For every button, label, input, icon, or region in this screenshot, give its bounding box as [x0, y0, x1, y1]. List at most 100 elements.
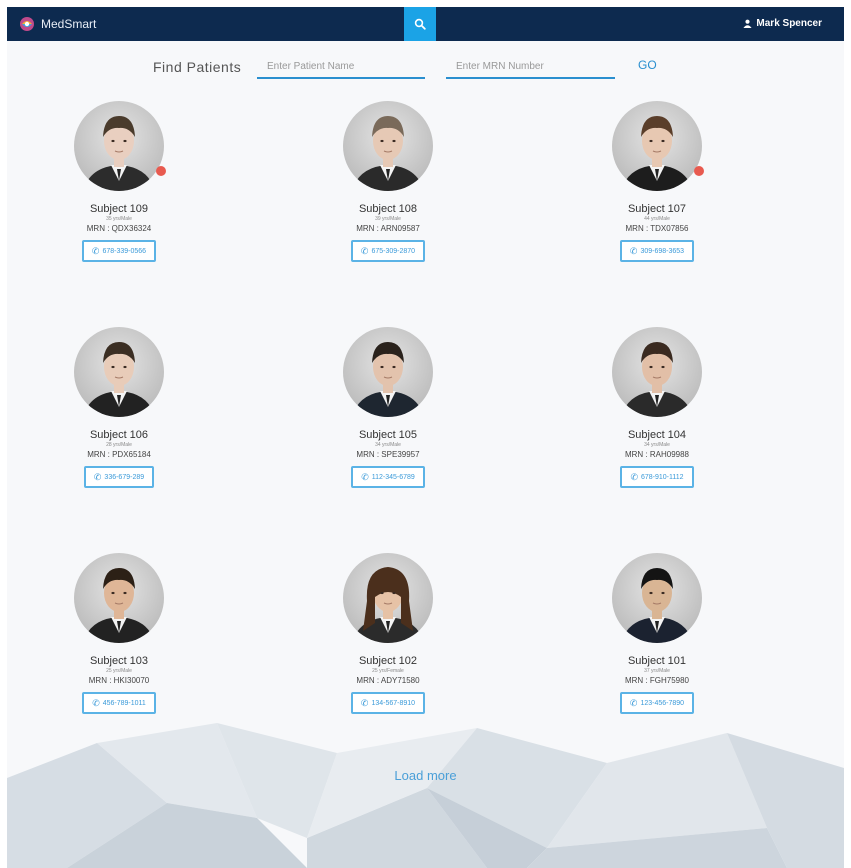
- app-name: MedSmart: [41, 17, 97, 31]
- patient-card[interactable]: Subject 104 34 yrs/Male MRN : RAH09988 ✆…: [587, 327, 727, 488]
- patient-mrn: MRN : SPE39957: [356, 450, 420, 459]
- patient-avatar[interactable]: [343, 101, 433, 191]
- call-phone-button[interactable]: ✆ 309-698-3653: [619, 240, 695, 262]
- patient-avatar[interactable]: [343, 553, 433, 643]
- patient-name[interactable]: Subject 101: [587, 655, 727, 667]
- avatar-wrapper: [612, 553, 702, 643]
- patient-name[interactable]: Subject 108: [318, 203, 458, 215]
- phone-icon: ✆: [630, 471, 638, 482]
- phone-number: 456-789-1011: [102, 699, 146, 707]
- patient-mrn: MRN : PDX65184: [87, 450, 151, 459]
- phone-icon: ✆: [360, 245, 369, 256]
- mrn-number-input[interactable]: [446, 53, 615, 79]
- call-phone-button[interactable]: ✆ 678-339-0566: [81, 240, 157, 262]
- patient-photo: [621, 342, 693, 417]
- patient-photo: [83, 342, 155, 417]
- avatar-wrapper: [74, 327, 164, 417]
- avatar-wrapper: [612, 101, 704, 191]
- patient-photo: [621, 116, 693, 191]
- patient-avatar[interactable]: [612, 101, 702, 191]
- call-phone-button[interactable]: ✆ 675-309-2870: [350, 240, 426, 262]
- user-icon: [743, 19, 752, 28]
- avatar-wrapper: [612, 327, 702, 417]
- call-phone-button[interactable]: ✆ 678-910-1112: [620, 466, 694, 488]
- footer-background-pattern: [7, 723, 844, 868]
- patient-mrn: MRN : HKI30070: [88, 676, 150, 685]
- patient-card[interactable]: Subject 108 39 yrs/Male MRN : ARN09587 ✆…: [318, 101, 458, 262]
- patient-card[interactable]: Subject 101 37 yrs/Male MRN : FGH75980 ✆…: [587, 553, 727, 714]
- patient-name[interactable]: Subject 105: [318, 429, 458, 441]
- user-name: Mark Spencer: [756, 18, 822, 29]
- patient-age-gender: 34 yrs/Male: [375, 442, 401, 448]
- patient-age-gender: 35 yrs/Male: [106, 216, 132, 222]
- patient-name[interactable]: Subject 103: [49, 655, 189, 667]
- avatar-wrapper: [343, 553, 433, 643]
- patient-mrn: MRN : FGH75980: [624, 676, 690, 685]
- patient-mrn: MRN : QDX36324: [86, 224, 152, 233]
- patient-avatar[interactable]: [343, 327, 433, 417]
- patient-mrn: MRN : TDX07856: [625, 224, 689, 233]
- phone-icon: ✆: [629, 245, 638, 256]
- patient-photo: [83, 568, 155, 643]
- brand[interactable]: MedSmart: [19, 16, 96, 32]
- phone-icon: ✆: [93, 471, 102, 482]
- patient-avatar[interactable]: [74, 327, 164, 417]
- user-menu[interactable]: Mark Spencer: [743, 18, 822, 29]
- phone-number: 678-339-0566: [102, 247, 147, 255]
- patient-card[interactable]: Subject 106 28 yrs/Male MRN : PDX65184 ✆…: [49, 327, 189, 488]
- avatar-wrapper: [74, 101, 166, 191]
- go-button[interactable]: GO: [638, 58, 657, 72]
- phone-number: 112-345-6789: [371, 473, 415, 481]
- patient-age-gender: 34 yrs/Male: [644, 442, 670, 448]
- phone-icon: ✆: [92, 697, 100, 708]
- patient-age-gender: 25 yrs/Female: [372, 668, 404, 674]
- phone-number: 309-698-3653: [640, 247, 685, 255]
- avatar-wrapper: [343, 101, 433, 191]
- call-phone-button[interactable]: ✆ 336-679-289: [83, 466, 155, 488]
- app-frame: MedSmart Mark Spencer Find Patients GO: [7, 7, 844, 868]
- patient-age-gender: 37 yrs/Male: [644, 668, 670, 674]
- alert-status-dot: [156, 166, 166, 176]
- patient-avatar[interactable]: [612, 327, 702, 417]
- patient-age-gender: 44 yrs/Male: [644, 216, 670, 222]
- patient-photo: [83, 116, 155, 191]
- find-patients-label: Find Patients: [153, 59, 242, 75]
- patient-card[interactable]: Subject 102 25 yrs/Female MRN : ADY71580…: [318, 553, 458, 714]
- phone-icon: ✆: [360, 697, 369, 708]
- call-phone-button[interactable]: ✆ 112-345-6789: [351, 466, 425, 488]
- patient-avatar[interactable]: [74, 553, 164, 643]
- patient-name[interactable]: Subject 106: [49, 429, 189, 441]
- patient-card[interactable]: Subject 105 34 yrs/Male MRN : SPE39957 ✆…: [318, 327, 458, 488]
- phone-icon: ✆: [361, 471, 369, 482]
- patient-search-bar: Find Patients GO: [7, 53, 844, 83]
- patient-card[interactable]: Subject 103 25 yrs/Male MRN : HKI30070 ✆…: [49, 553, 189, 714]
- patient-photo: [352, 342, 424, 417]
- load-more-link[interactable]: Load more: [7, 768, 844, 783]
- phone-number: 675-309-2870: [371, 247, 416, 255]
- phone-number: 678-910-1112: [640, 473, 684, 481]
- avatar-wrapper: [74, 553, 164, 643]
- patient-mrn: MRN : ARN09587: [356, 224, 420, 233]
- patient-photo: [352, 116, 424, 191]
- patient-avatar[interactable]: [74, 101, 164, 191]
- patient-age-gender: 28 yrs/Male: [106, 442, 132, 448]
- medsmart-logo-icon: [20, 17, 34, 31]
- patient-mrn: MRN : ADY71580: [356, 676, 420, 685]
- patient-name[interactable]: Subject 104: [587, 429, 727, 441]
- patient-name-input[interactable]: [257, 53, 425, 79]
- patient-photo: [621, 568, 693, 643]
- header-search-button[interactable]: [404, 7, 436, 41]
- patient-avatar[interactable]: [612, 553, 702, 643]
- phone-icon: ✆: [629, 697, 638, 708]
- search-icon: [414, 18, 426, 30]
- patient-name[interactable]: Subject 102: [318, 655, 458, 667]
- avatar-wrapper: [343, 327, 433, 417]
- patient-card[interactable]: Subject 109 35 yrs/Male MRN : QDX36324 ✆…: [49, 101, 189, 262]
- patient-age-gender: 25 yrs/Male: [106, 668, 132, 674]
- patient-card[interactable]: Subject 107 44 yrs/Male MRN : TDX07856 ✆…: [587, 101, 727, 262]
- patient-name[interactable]: Subject 109: [49, 203, 189, 215]
- phone-icon: ✆: [91, 245, 100, 256]
- phone-number: 123-456-7890: [640, 699, 685, 707]
- patient-age-gender: 39 yrs/Male: [375, 216, 401, 222]
- patient-name[interactable]: Subject 107: [587, 203, 727, 215]
